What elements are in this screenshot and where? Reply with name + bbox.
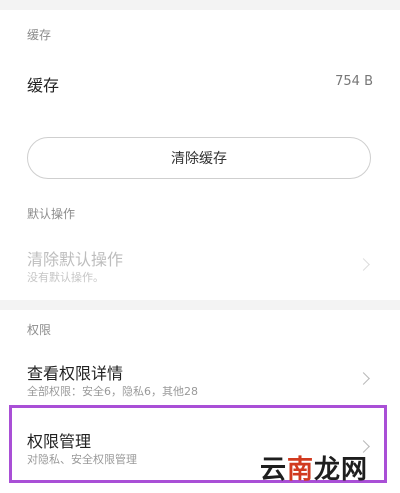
watermark-text: 南 bbox=[286, 455, 314, 485]
view-permission-details-row[interactable]: 查看权限详情 全部权限：安全6，隐私6，其他28 bbox=[0, 350, 400, 406]
cache-row-title: 缓存 bbox=[27, 76, 60, 95]
section-divider bbox=[0, 0, 400, 10]
watermark-text: 龙网 bbox=[313, 455, 368, 485]
site-watermark: 云南龙网 bbox=[260, 449, 368, 486]
clear-defaults-row[interactable]: 清除默认操作 没有默认操作。 bbox=[0, 236, 400, 292]
section-title-defaults: 默认操作 bbox=[27, 207, 76, 221]
clear-defaults-subtitle: 没有默认操作。 bbox=[27, 271, 104, 284]
cache-size-value: 754 B bbox=[335, 74, 373, 89]
section-title-storage: 缓存 bbox=[27, 28, 52, 42]
cache-row: 缓存 754 B bbox=[0, 60, 400, 104]
clear-cache-button[interactable]: 清除缓存 bbox=[27, 137, 371, 179]
clear-defaults-title: 清除默认操作 bbox=[27, 250, 124, 269]
chevron-right-icon bbox=[357, 372, 370, 385]
view-permission-details-title: 查看权限详情 bbox=[27, 364, 124, 383]
section-title-permissions: 权限 bbox=[27, 323, 52, 337]
section-divider bbox=[0, 300, 400, 310]
chevron-right-icon bbox=[357, 258, 370, 271]
watermark-text: 云 bbox=[259, 455, 287, 485]
view-permission-details-subtitle: 全部权限：安全6，隐私6，其他28 bbox=[27, 385, 198, 398]
